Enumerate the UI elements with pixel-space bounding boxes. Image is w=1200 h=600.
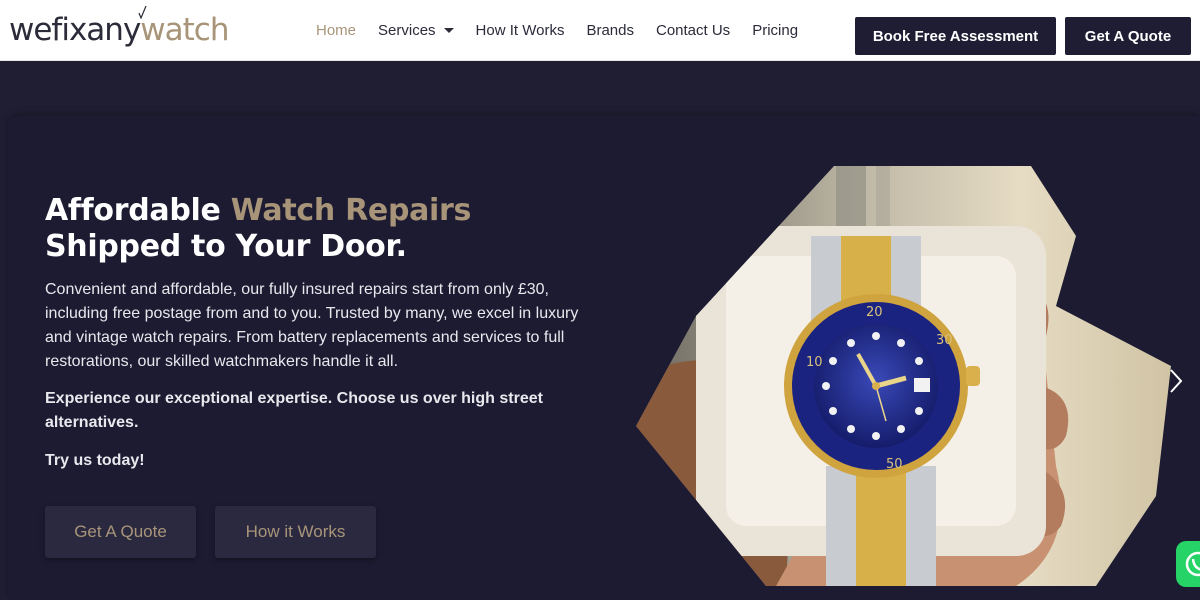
header-get-quote-button[interactable]: Get A Quote xyxy=(1065,17,1191,55)
bezel-text-20: 20 xyxy=(866,305,883,320)
svg-text:10: 10 xyxy=(806,355,823,370)
nav-home[interactable]: Home xyxy=(316,22,356,39)
nav-contact-label: Contact Us xyxy=(655,22,731,39)
svg-text:50: 50 xyxy=(886,457,903,472)
logo-text-part1: wefixany xyxy=(9,12,141,48)
svg-text:30: 30 xyxy=(936,333,953,348)
hero-title-line2: Shipped to Your Door. xyxy=(45,229,407,264)
watch-photo: 20 30 10 50 xyxy=(636,166,1171,586)
nav-brands-label: Brands xyxy=(586,22,634,39)
site-header: wefixany watch Home Services How It Works… xyxy=(0,0,1200,61)
whatsapp-icon[interactable] xyxy=(1176,541,1200,587)
nav-pricing[interactable]: Pricing xyxy=(752,22,798,39)
hero-title-part1: Affordable xyxy=(45,193,231,228)
hero-bold-text: Experience our exceptional expertise. Ch… xyxy=(45,390,543,431)
nav-brands[interactable]: Brands xyxy=(586,22,634,39)
hero-title: Affordable Watch Repairs Shipped to Your… xyxy=(45,193,471,265)
hero-title-accent: Watch Repairs xyxy=(230,193,472,228)
main-nav: Home Services How It Works Brands Contac… xyxy=(316,0,820,61)
nav-pricing-label: Pricing xyxy=(752,22,799,39)
site-logo[interactable]: wefixany watch xyxy=(9,5,230,55)
chevron-right-icon[interactable] xyxy=(1167,366,1187,396)
chevron-down-icon xyxy=(443,28,454,33)
hero-paragraph: Convenient and affordable, our fully ins… xyxy=(45,281,579,370)
nav-how-it-works[interactable]: How It Works xyxy=(476,22,565,39)
nav-how-label: How It Works xyxy=(475,22,565,39)
hero-get-quote-button[interactable]: Get A Quote xyxy=(45,506,196,558)
hero-how-it-works-button[interactable]: How it Works xyxy=(215,506,376,558)
book-assessment-button[interactable]: Book Free Assessment xyxy=(855,17,1056,55)
hero-cta-text: Try us today! xyxy=(45,452,145,469)
nav-home-label: Home xyxy=(316,22,357,39)
logo-tick-icon xyxy=(138,5,147,19)
nav-services-label: Services xyxy=(378,22,436,39)
logo-text-part2: watch xyxy=(140,12,229,48)
nav-contact-us[interactable]: Contact Us xyxy=(656,22,730,39)
nav-services[interactable]: Services xyxy=(378,22,454,39)
